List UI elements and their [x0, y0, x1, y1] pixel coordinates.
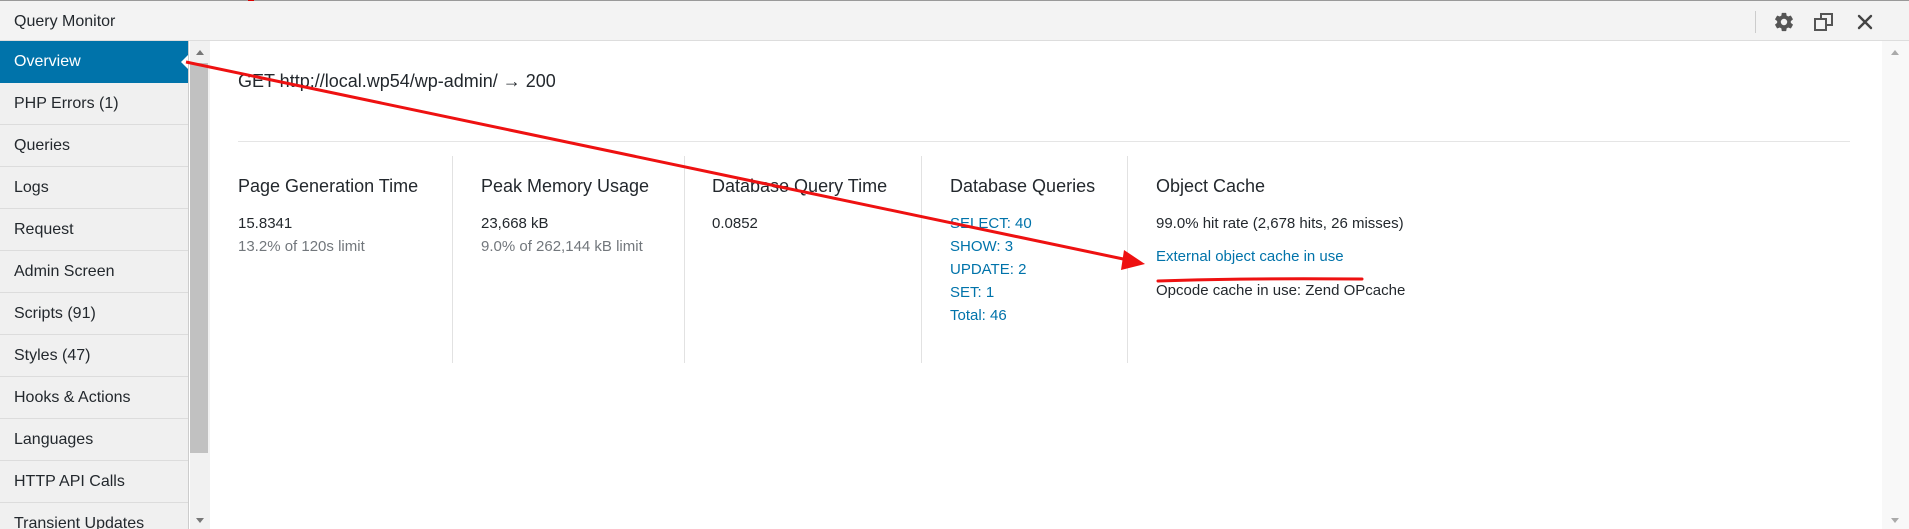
sidebar-item-http-api-calls[interactable]: HTTP API Calls [0, 461, 188, 503]
request-summary: GET http://local.wp54/wp-admin/ → 200 [238, 71, 556, 91]
gear-icon [1773, 11, 1795, 33]
external-object-cache-link[interactable]: External object cache in use [1156, 248, 1344, 265]
sidebar-item-styles[interactable]: Styles (47) [0, 335, 188, 377]
query-monitor-panel: Query Monitor Overview PHP Errors (1) Qu… [0, 0, 1909, 529]
scroll-up-arrow-icon[interactable] [196, 50, 204, 55]
scroll-down-arrow-icon[interactable] [196, 518, 204, 523]
page-generation-section: Page Generation Time 15.8341 13.2% of 12… [238, 156, 453, 363]
settings-button[interactable] [1770, 9, 1798, 35]
sidebar-item-admin-screen[interactable]: Admin Screen [0, 251, 188, 293]
sidebar-item-queries[interactable]: Queries [0, 125, 188, 167]
sidebar-item-php-errors[interactable]: PHP Errors (1) [0, 83, 188, 125]
section-heading: Database Queries [950, 176, 1096, 196]
scroll-down-arrow-icon[interactable] [1891, 518, 1899, 523]
panel-title: Query Monitor [14, 13, 116, 30]
page-generation-value: 15.8341 [238, 215, 293, 232]
sidebar-item-hooks-actions[interactable]: Hooks & Actions [0, 377, 188, 419]
title-bar: Query Monitor [0, 1, 1909, 41]
peak-memory-section: Peak Memory Usage 23,668 kB 9.0% of 262,… [453, 156, 685, 363]
total-queries-link[interactable]: Total: 46 [950, 307, 1127, 324]
close-button[interactable] [1851, 9, 1879, 35]
section-heading: Page Generation Time [238, 176, 419, 196]
pin-window-icon [1813, 11, 1835, 33]
close-icon [1856, 13, 1874, 31]
select-queries-link[interactable]: SELECT: 40 [950, 215, 1127, 232]
section-heading: Object Cache [1156, 176, 1266, 196]
section-heading: Peak Memory Usage [481, 176, 650, 196]
sidebar-item-logs[interactable]: Logs [0, 167, 188, 209]
sidebar-nav: Overview PHP Errors (1) Queries Logs Req… [0, 41, 189, 529]
sidebar-item-languages[interactable]: Languages [0, 419, 188, 461]
toolbar-separator [1755, 11, 1756, 33]
scroll-up-arrow-icon[interactable] [1891, 50, 1899, 55]
page-generation-limit: 13.2% of 120s limit [238, 238, 365, 255]
sidebar-item-request[interactable]: Request [0, 209, 188, 251]
sidebar-item-transient-updates[interactable]: Transient Updates [0, 503, 188, 529]
section-heading: Database Query Time [712, 176, 888, 196]
opcode-cache-status: Opcode cache in use: Zend OPcache [1156, 282, 1406, 299]
db-query-time-value: 0.0852 [712, 215, 758, 232]
peak-memory-value: 23,668 kB [481, 215, 549, 232]
scrollbar-thumb[interactable] [190, 63, 208, 453]
content-divider [238, 141, 1850, 142]
db-queries-section: Database Queries SELECT: 40 SHOW: 3 UPDA… [922, 156, 1128, 363]
sidebar-scrollbar[interactable] [190, 41, 210, 529]
peak-memory-limit: 9.0% of 262,144 kB limit [481, 238, 643, 255]
cache-hit-rate: 99.0% hit rate (2,678 hits, 26 misses) [1156, 215, 1404, 232]
pin-window-button[interactable] [1810, 9, 1838, 35]
show-queries-link[interactable]: SHOW: 3 [950, 238, 1127, 255]
overview-content: GET http://local.wp54/wp-admin/ → 200 Pa… [210, 41, 1882, 529]
update-queries-link[interactable]: UPDATE: 2 [950, 261, 1127, 278]
sidebar-item-scripts[interactable]: Scripts (91) [0, 293, 188, 335]
content-scrollbar[interactable] [1882, 41, 1909, 529]
set-queries-link[interactable]: SET: 1 [950, 284, 1127, 301]
sidebar-item-overview[interactable]: Overview [0, 41, 188, 83]
object-cache-section: Object Cache 99.0% hit rate (2,678 hits,… [1128, 156, 1528, 363]
db-query-time-section: Database Query Time 0.0852 [685, 156, 922, 363]
